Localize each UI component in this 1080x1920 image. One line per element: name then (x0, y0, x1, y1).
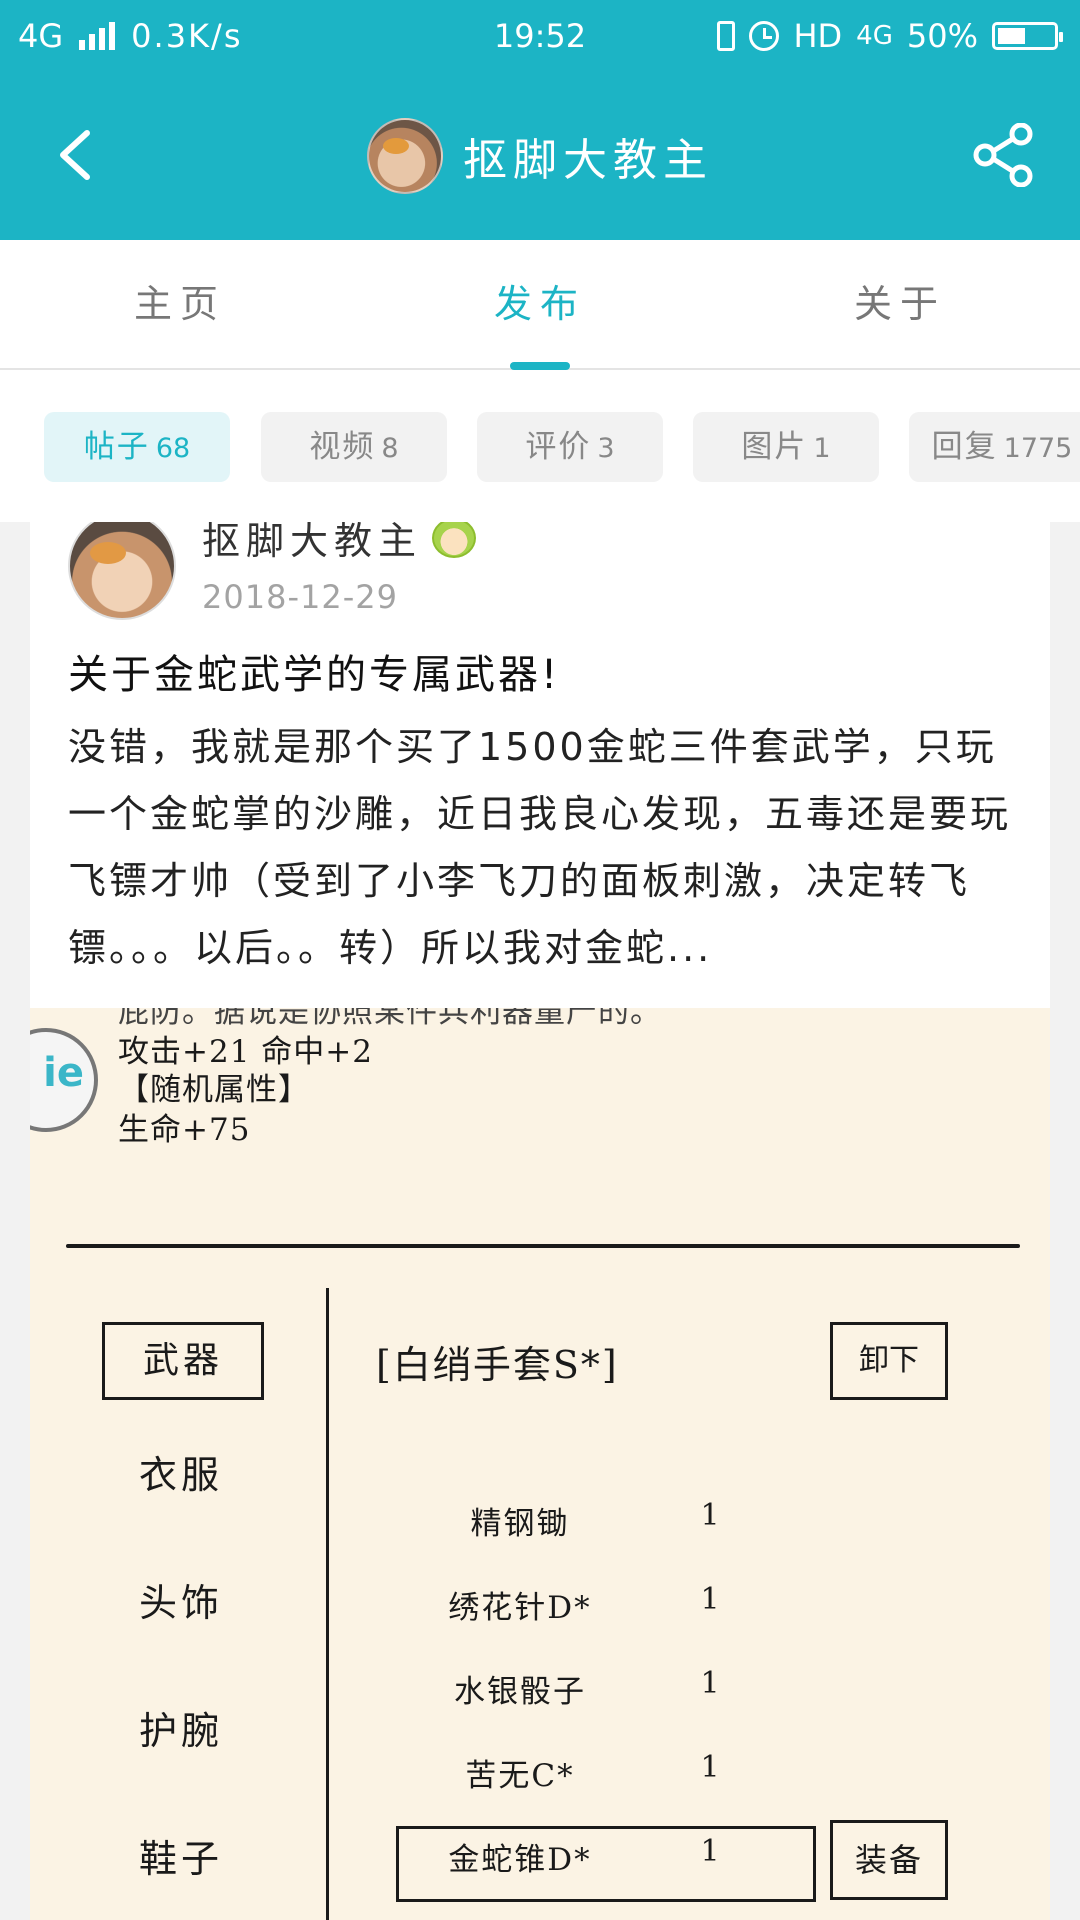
chip-label: 图片 (741, 429, 808, 465)
tab-indicator (510, 362, 570, 370)
stat-line: 【随机属性】 (118, 1072, 310, 1108)
page-title: 抠脚大教主 (463, 135, 713, 186)
hd-label: HD (793, 17, 843, 55)
profile-avatar (367, 118, 443, 194)
item-name: 水银骰子 (454, 1674, 586, 1710)
chip-count: 1 (813, 433, 831, 464)
slot-label: 头饰 (138, 1581, 223, 1625)
title-bar: 抠脚大教主 (0, 100, 1080, 210)
slot-label: 衣服 (138, 1453, 223, 1497)
post-date: 2018-12-29 (202, 578, 398, 616)
status-bar: 4G 0.3K/s 19:52 HD 4G 50% (0, 0, 1080, 72)
network2-label: 4G (856, 21, 893, 51)
slot-weapon: 武器 (102, 1322, 264, 1400)
slot-label: 护腕 (138, 1709, 223, 1753)
app-logo-icon (30, 1028, 98, 1132)
post-title[interactable]: 关于金蛇武学的专属武器! (68, 642, 1028, 700)
item-qty: 1 (700, 1498, 720, 1533)
slot-label: 武器 (142, 1340, 223, 1381)
item-qty: 1 (700, 1666, 720, 1701)
profile-tabs: 主页 发布 关于 (0, 240, 1080, 370)
share-button[interactable] (966, 118, 1040, 192)
slot-label: 鞋子 (138, 1837, 223, 1881)
image-vertical-divider (326, 1288, 329, 1920)
alarm-icon (749, 21, 780, 51)
item-name: 苦无C* (465, 1758, 575, 1794)
post-excerpt[interactable]: 没错，我就是那个买了1500金蛇三件套武学，只玩一个金蛇掌的沙雕，近日我良心发现… (68, 714, 1028, 982)
item-qty: 1 (700, 1834, 720, 1869)
item-qty: 1 (700, 1750, 720, 1785)
chip-replies[interactable]: 回复 1775 (909, 412, 1080, 482)
chip-count: 8 (381, 433, 399, 464)
tab-posts[interactable]: 发布 (360, 240, 720, 368)
chip-label: 帖子 (83, 429, 150, 465)
post-image[interactable]: 屁防。据说是协照某件兵利器量产的。 攻击+21 命中+2 【随机属性】 生命+7… (30, 1008, 1050, 1920)
equip-label: 装备 (830, 1820, 948, 1900)
battery-percent: 50% (906, 17, 978, 55)
content-filter-bar: 帖子 68 视频 8 评价 3 图片 1 回复 1775 (0, 370, 1080, 522)
chip-videos[interactable]: 视频 8 (261, 412, 447, 482)
author-name: 抠脚大教主 (202, 522, 423, 563)
stat-line: 生命+75 (118, 1112, 251, 1148)
chip-posts[interactable]: 帖子 68 (44, 412, 230, 482)
share-icon (973, 123, 1033, 187)
chip-label: 回复 (931, 429, 998, 465)
item-qty: 1 (700, 1582, 720, 1617)
tab-home[interactable]: 主页 (0, 240, 360, 368)
chip-count: 1775 (1003, 433, 1073, 464)
post-author[interactable]: 抠脚大教主 (202, 522, 477, 565)
app-header: 4G 0.3K/s 19:52 HD 4G 50% 抠脚大教主 (0, 0, 1080, 240)
battery-icon (992, 22, 1063, 50)
chip-images[interactable]: 图片 1 (693, 412, 879, 482)
author-avatar[interactable] (68, 522, 176, 620)
equipped-item: [白绡手套S*] (376, 1343, 619, 1387)
item-name: 金蛇锥D* (448, 1842, 592, 1878)
image-divider (66, 1244, 1020, 1248)
item-name: 绣花针D* (448, 1590, 592, 1626)
chip-count: 68 (155, 433, 191, 464)
vibrate-icon (717, 21, 736, 51)
unequip-label: 卸下 (830, 1322, 948, 1400)
tab-about[interactable]: 关于 (720, 240, 1080, 368)
chip-label: 评价 (525, 429, 592, 465)
chip-label: 视频 (309, 429, 376, 465)
chip-reviews[interactable]: 评价 3 (477, 412, 663, 482)
chip-count: 3 (597, 433, 615, 464)
user-badge-icon (432, 522, 477, 558)
item-name: 精钢锄 (470, 1506, 570, 1542)
post-card[interactable]: 抠脚大教主 2018-12-29 关于金蛇武学的专属武器! 没错，我就是那个买了… (30, 522, 1050, 1008)
